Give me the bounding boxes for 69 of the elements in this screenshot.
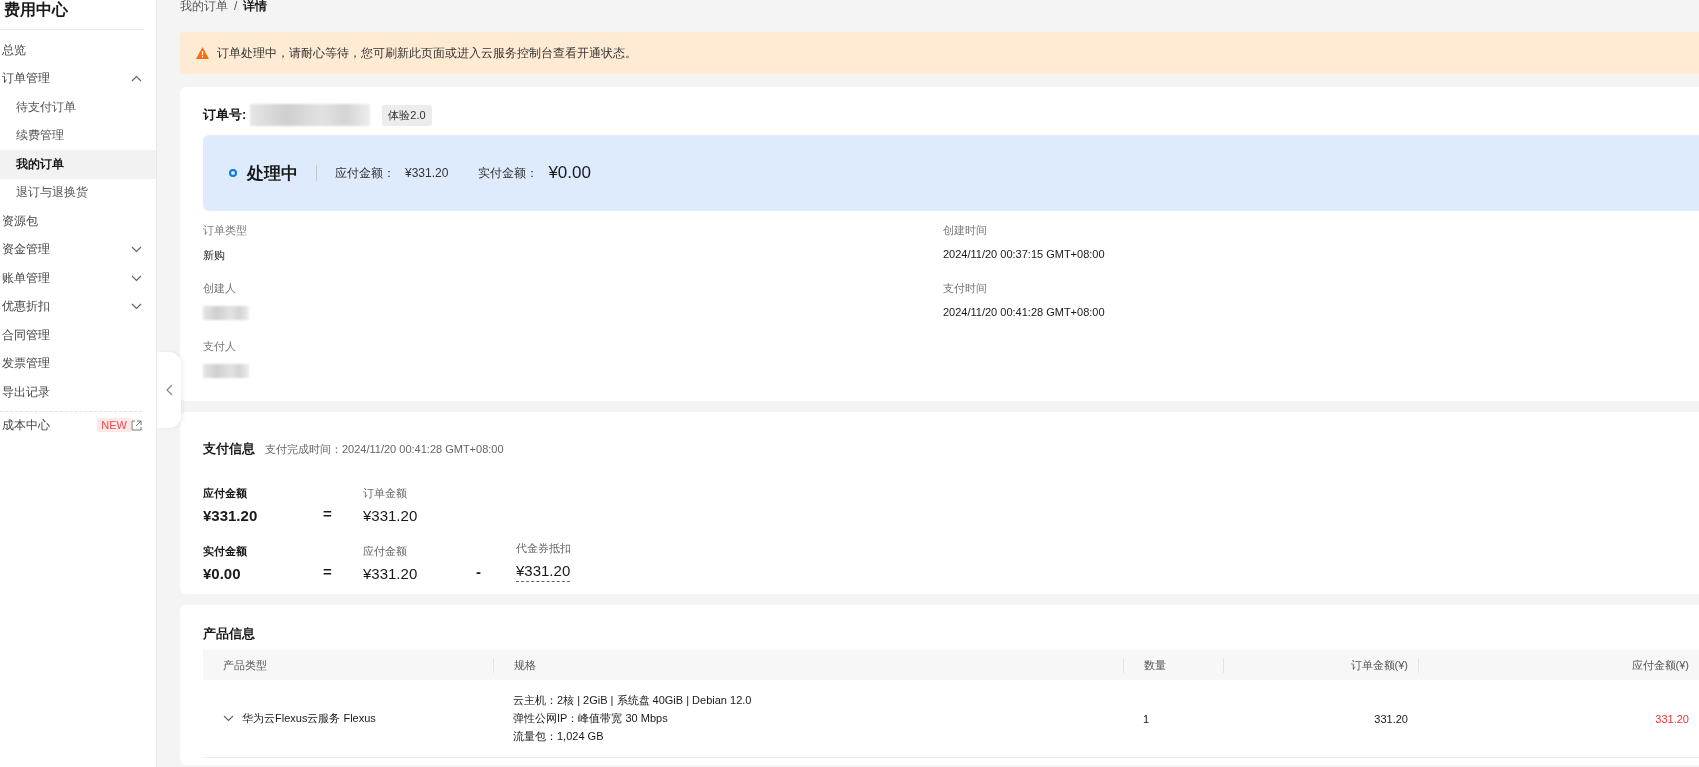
sidebar-title: 费用中心	[0, 0, 144, 30]
field-label: 订单类型	[203, 223, 248, 238]
collapse-handle[interactable]	[157, 352, 181, 428]
breadcrumb-item[interactable]: 我的订单	[180, 0, 228, 12]
field-value: 新购	[203, 248, 226, 263]
column-header: 订单金额(¥)	[1223, 657, 1418, 673]
sidebar-item[interactable]: 账单管理	[0, 264, 156, 293]
operator-sign: =	[323, 505, 332, 522]
table-cell-text: 1	[1142, 712, 1151, 725]
amount-label: 代金券抵扣	[516, 541, 572, 556]
sidebar-subitem[interactable]: 退订与退换货	[0, 178, 156, 207]
status-text: 处理中	[247, 162, 298, 185]
chevron-left-icon	[165, 384, 173, 396]
column-header: 产品类型	[222, 657, 268, 673]
redacted-block	[203, 364, 249, 378]
section-title: 产品信息	[203, 625, 256, 643]
operator-sign: -	[476, 563, 481, 580]
payable-label: 应付金额：	[335, 164, 395, 182]
sidebar-item[interactable]: 订单管理	[0, 64, 156, 93]
product-name: 华为云Flexus云服务 Flexus	[242, 711, 376, 726]
paid-amount: ¥0.00	[548, 163, 591, 183]
sidebar-item[interactable]: 成本中心 NEW	[0, 410, 142, 439]
amount-value: ¥0.00	[203, 565, 241, 582]
field-label: 支付人	[203, 339, 237, 354]
alert-message: 订单处理中，请耐心等待，您可刷新此页面或进入云服务控制台查看开通状态。	[217, 44, 637, 62]
amount-label: 订单金额	[363, 486, 408, 501]
column-header: 应付金额(¥)	[1418, 657, 1699, 673]
amount-label: 应付金额	[203, 486, 248, 501]
version-tag: 体验2.0	[382, 104, 432, 126]
sidebar-item[interactable]: 总览	[0, 36, 156, 65]
breadcrumb-item: 详情	[243, 0, 268, 12]
amount-value: ¥331.20	[203, 507, 258, 524]
order-number-label: 订单号:	[203, 106, 247, 124]
table-cell-text: 331.20	[1373, 712, 1409, 725]
sidebar-item[interactable]: 发票管理	[0, 349, 156, 378]
spec-line: 弹性公网IP：峰值带宽 30 Mbps	[513, 711, 669, 726]
sidebar-subitem[interactable]: 待支付订单	[0, 93, 156, 122]
column-header: 数量	[1123, 657, 1223, 673]
sidebar-item[interactable]: 资金管理	[0, 235, 156, 264]
amount-value: ¥331.20	[363, 507, 418, 524]
sidebar-item[interactable]: 合同管理	[0, 321, 156, 350]
section-title: 支付信息	[203, 440, 255, 458]
amount-value: ¥331.20	[363, 565, 418, 582]
operator-sign: =	[323, 563, 332, 580]
warning-icon	[196, 47, 209, 59]
field-label: 创建时间	[943, 223, 988, 238]
column-header: 规格	[493, 657, 1123, 673]
sidebar-subitem[interactable]: 我的订单	[0, 150, 156, 179]
sidebar-item[interactable]: 优惠折扣	[0, 292, 156, 321]
field-label: 创建人	[203, 281, 237, 296]
sidebar-subitem[interactable]: 续费管理	[0, 121, 156, 150]
sidebar-item[interactable]: 导出记录	[0, 378, 156, 407]
spec-line: 流量包：1,024 GB	[513, 729, 605, 744]
payable-amount: ¥331.20	[405, 166, 449, 180]
field-label: 支付时间	[943, 281, 988, 296]
paid-label: 实付金额：	[478, 164, 539, 182]
new-badge: NEW	[97, 418, 131, 433]
breadcrumb-separator: /	[234, 0, 238, 12]
redacted-block	[203, 306, 249, 320]
payment-time: 支付完成时间：2024/11/20 00:41:28 GMT+08:00	[265, 442, 504, 457]
field-value: 2024/11/20 00:41:28 GMT+08:00	[943, 306, 1106, 318]
amount-label: 实付金额	[203, 544, 248, 559]
table-cell-text: 331.20	[1654, 712, 1690, 725]
amount-label: 应付金额	[363, 544, 408, 559]
amount-value[interactable]: ¥331.20	[516, 562, 571, 582]
status-dot	[229, 169, 237, 177]
sidebar-item[interactable]: 资源包	[0, 207, 156, 236]
field-value: 2024/11/20 00:37:15 GMT+08:00	[943, 248, 1106, 260]
spec-line: 云主机：2核 | 2GiB | 系统盘 40GiB | Debian 12.0	[513, 693, 753, 708]
